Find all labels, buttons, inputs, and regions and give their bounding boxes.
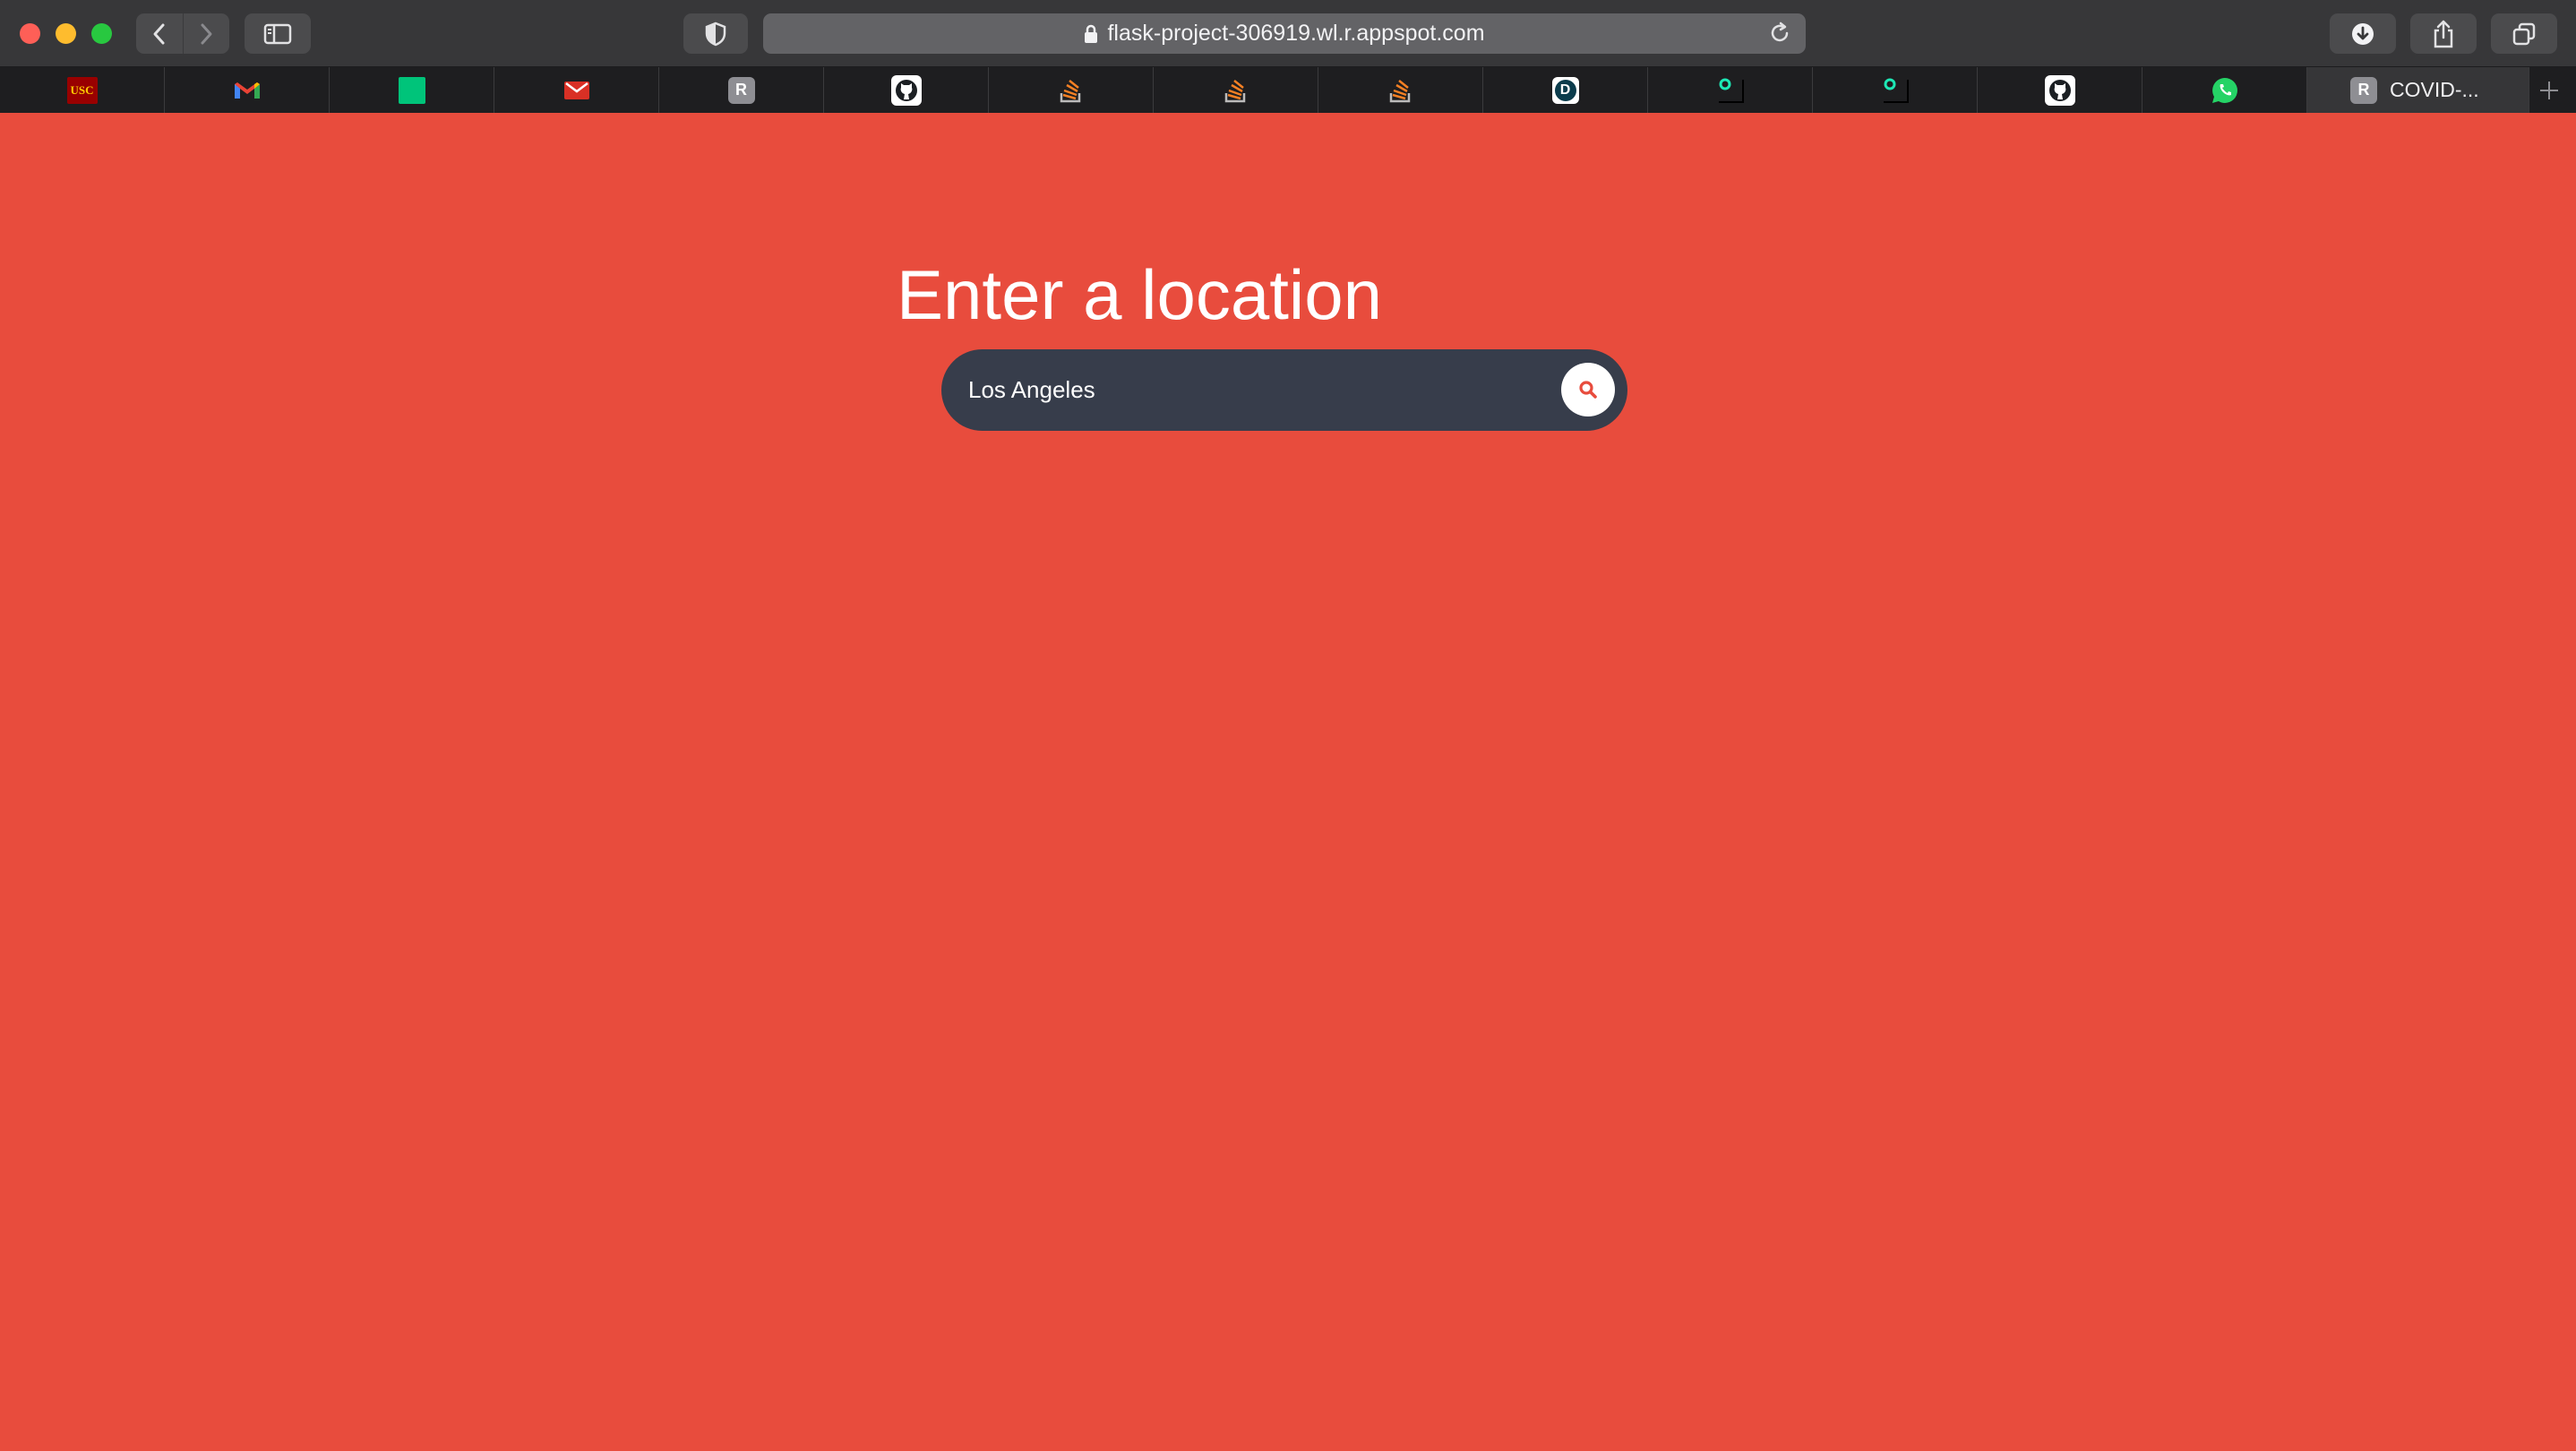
search-icon (1579, 381, 1597, 399)
back-button[interactable] (136, 13, 183, 54)
share-icon (2434, 20, 2453, 47)
gmail-icon (234, 82, 260, 99)
whatsapp-icon (2211, 77, 2237, 103)
tab-d[interactable]: D (1483, 67, 1648, 113)
tab-usc[interactable]: USC (0, 67, 165, 113)
d-icon: D (1551, 76, 1579, 104)
page-content: Enter a location (0, 113, 2576, 1451)
github-icon (2044, 74, 2075, 106)
github-icon (890, 74, 922, 106)
downloads-button[interactable] (2330, 13, 2396, 54)
tab-r[interactable]: R (659, 67, 824, 113)
privacy-report-button[interactable] (683, 13, 748, 54)
r-icon: R (2350, 76, 2377, 104)
stackoverflow-icon (1224, 79, 1245, 102)
usc-icon: USC (66, 76, 98, 104)
tab-stackoverflow-3[interactable] (1318, 67, 1483, 113)
mail-envelope-icon (563, 81, 589, 99)
sidebar-toggle-button[interactable] (245, 13, 311, 54)
browser-toolbar: flask-project-306919.wl.r.appspot.com (0, 0, 2576, 67)
browser-window-chrome: flask-project-306919.wl.r.appspot.com US… (0, 0, 2576, 113)
location-search-input[interactable] (968, 349, 1541, 431)
stackoverflow-icon (1389, 79, 1410, 102)
reload-icon[interactable] (1768, 21, 1791, 51)
chevron-left-icon (153, 23, 165, 44)
share-button[interactable] (2410, 13, 2477, 54)
lock-icon (1084, 24, 1098, 44)
tab-bar: USC R D R COVID-... (0, 67, 2576, 113)
zoom-window-button[interactable] (91, 23, 112, 44)
close-window-button[interactable] (20, 23, 40, 44)
chevron-right-icon (201, 23, 212, 44)
page-title: Enter a location (897, 255, 1383, 334)
green-square-icon (398, 76, 425, 104)
stackoverflow-icon (1060, 79, 1080, 102)
tabs-overview-icon (2512, 22, 2536, 45)
new-tab-button[interactable] (2529, 67, 2569, 113)
navigation-buttons (136, 13, 229, 54)
url-text: flask-project-306919.wl.r.appspot.com (1107, 21, 1485, 46)
minimize-window-button[interactable] (56, 23, 76, 44)
tab-o-2[interactable] (1813, 67, 1978, 113)
plus-icon (2540, 81, 2558, 99)
tab-overview-button[interactable] (2491, 13, 2557, 54)
tab-github-2[interactable] (1978, 67, 2142, 113)
tab-green[interactable] (330, 67, 494, 113)
address-bar[interactable]: flask-project-306919.wl.r.appspot.com (763, 13, 1806, 54)
tab-stackoverflow-2[interactable] (1154, 67, 1318, 113)
o-icon (1881, 77, 1909, 103)
tab-whatsapp[interactable] (2142, 67, 2307, 113)
tab-mail[interactable] (494, 67, 659, 113)
tab-gmail[interactable] (165, 67, 330, 113)
sidebar-icon (263, 23, 292, 44)
download-icon (2352, 22, 2374, 45)
d-letter: D (1554, 79, 1576, 101)
shield-icon (705, 21, 726, 46)
tab-o-1[interactable] (1648, 67, 1813, 113)
tab-github[interactable] (824, 67, 989, 113)
search-button[interactable] (1561, 363, 1615, 416)
tab-covid-active[interactable]: R COVID-... (2307, 67, 2529, 113)
location-search-form (941, 349, 1627, 431)
tab-stackoverflow-1[interactable] (989, 67, 1154, 113)
r-icon: R (727, 76, 755, 104)
active-tab-title: COVID-... (2390, 78, 2479, 101)
forward-button[interactable] (182, 13, 230, 54)
o-icon (1716, 77, 1744, 103)
